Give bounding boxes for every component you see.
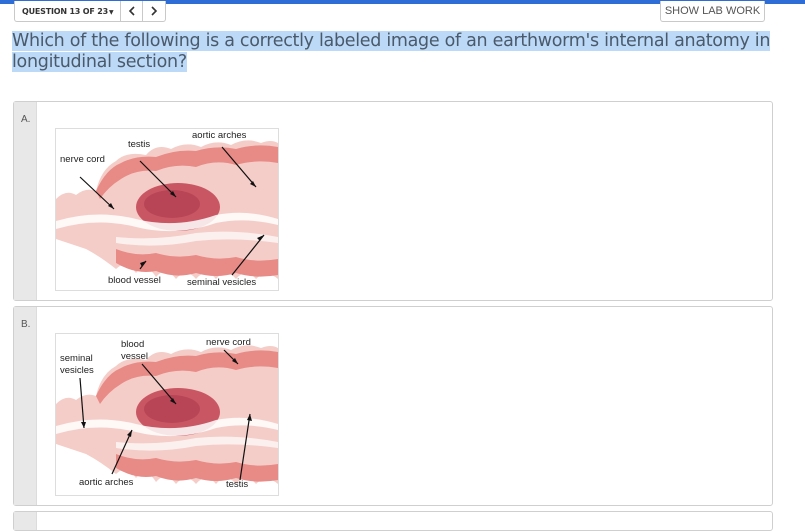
earthworm-section-image: seminal vesicles blood vessel nerve cord…	[55, 333, 279, 496]
answer-option-c[interactable]	[13, 511, 773, 531]
chevron-right-icon	[151, 6, 158, 16]
label-vesicles: vesicles	[60, 365, 94, 376]
label-testis: testis	[226, 479, 249, 490]
option-letter: B.	[14, 307, 37, 505]
previous-question-button[interactable]	[121, 1, 144, 21]
option-letter: A.	[14, 102, 37, 300]
label-testis: testis	[128, 139, 151, 150]
caret-down-icon: ▼	[108, 9, 114, 16]
label-vessel: vessel	[121, 351, 148, 362]
show-lab-work-button[interactable]: SHOW LAB WORK	[660, 1, 765, 22]
label-blood-vessel: blood vessel	[108, 275, 161, 286]
label-nerve-cord: nerve cord	[206, 337, 251, 348]
question-counter-label: QUESTION 13 OF 23	[22, 7, 108, 16]
chevron-left-icon	[128, 6, 135, 16]
question-text: Which of the following is a correctly la…	[12, 31, 772, 73]
label-aortic-arches: aortic arches	[192, 130, 247, 141]
option-letter	[14, 512, 37, 530]
label-blood: blood	[121, 339, 145, 350]
question-counter-dropdown[interactable]: QUESTION 13 OF 23▼	[15, 1, 122, 21]
label-seminal: seminal	[60, 353, 93, 364]
label-nerve-cord: nerve cord	[60, 154, 105, 165]
next-question-button[interactable]	[143, 1, 165, 21]
answer-option-b[interactable]: B. seminal vesicles blood vessel nerve c…	[13, 306, 773, 506]
label-aortic-arches: aortic arches	[79, 477, 134, 488]
question-text-content: Which of the following is a correctly la…	[12, 31, 771, 72]
answer-option-a[interactable]: A. nerve cord testis aortic arches blood…	[13, 101, 773, 301]
question-navigator: QUESTION 13 OF 23▼	[14, 1, 167, 22]
label-seminal-vesicles: seminal vesicles	[187, 277, 257, 288]
earthworm-section-image: nerve cord testis aortic arches blood ve…	[55, 128, 279, 291]
